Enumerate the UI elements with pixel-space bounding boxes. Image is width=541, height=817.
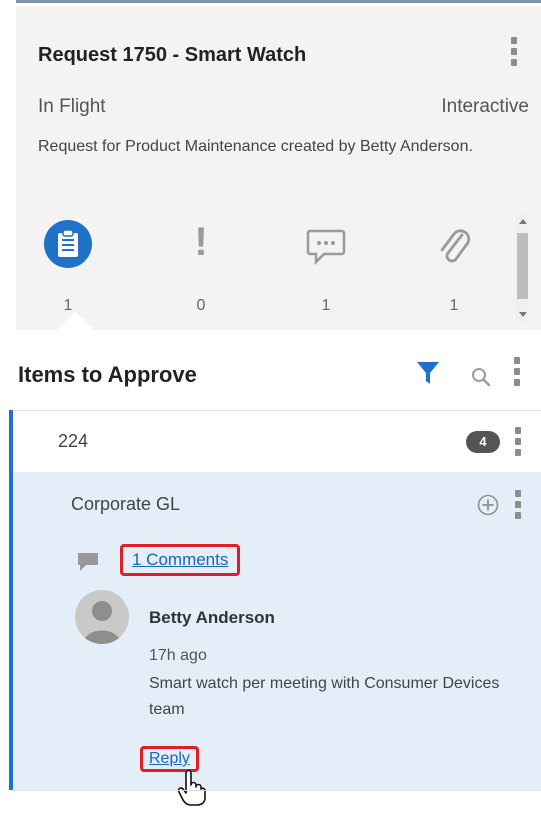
comments-link[interactable]: 1 Comments <box>120 544 241 576</box>
tab-comments[interactable]: 1 <box>296 218 356 318</box>
request-title: Request 1750 - Smart Watch <box>38 44 307 66</box>
avatar <box>75 590 129 644</box>
request-more-icon[interactable] <box>510 37 518 66</box>
tab-details[interactable]: 1 <box>38 218 98 318</box>
exclamation-icon: ! <box>194 220 208 264</box>
comment-icon <box>296 228 356 271</box>
item-name: Corporate GL <box>71 494 181 514</box>
item-count-badge: 4 <box>466 431 500 453</box>
group-more-icon[interactable] <box>514 427 522 456</box>
tab-details-count: 1 <box>63 297 73 314</box>
tab-attachments-count: 1 <box>449 297 459 314</box>
filter-icon[interactable] <box>416 360 440 391</box>
group-divider <box>13 790 541 791</box>
tab-comments-count: 1 <box>321 297 331 314</box>
top-divider <box>16 0 541 3</box>
search-icon[interactable] <box>471 367 491 392</box>
approval-group: 224 4 Corporate GL 1 Comments Betty Ande… <box>9 410 541 806</box>
comment-text: Smart watch per meeting with Consumer De… <box>149 675 500 718</box>
group-header[interactable]: 224 4 <box>13 410 541 471</box>
tab-issues[interactable]: ! 0 <box>171 218 231 318</box>
comment-author: Betty Anderson <box>149 608 275 627</box>
comment-bubble-icon <box>76 552 100 577</box>
add-circle-icon[interactable] <box>477 494 499 521</box>
tabs-scrollbar-thumb[interactable] <box>517 233 528 299</box>
clipboard-icon <box>44 220 92 268</box>
tab-issues-count: 0 <box>196 297 206 314</box>
comment-timestamp: 17h ago <box>149 647 207 664</box>
scroll-down-icon[interactable] <box>519 312 527 317</box>
approval-item[interactable]: Corporate GL 1 Comments Betty Anderson 1… <box>13 472 541 806</box>
request-mode: Interactive <box>441 96 529 117</box>
item-more-icon[interactable] <box>514 490 522 519</box>
group-id: 224 <box>58 431 89 451</box>
request-status: In Flight <box>38 96 106 117</box>
scroll-up-icon[interactable] <box>519 219 527 224</box>
paperclip-icon <box>424 226 484 271</box>
request-description: Request for Product Maintenance created … <box>38 138 473 155</box>
section-more-icon[interactable] <box>513 357 521 386</box>
section-title: Items to Approve <box>18 362 197 387</box>
tab-attachments[interactable]: 1 <box>424 218 484 318</box>
reply-link[interactable]: Reply <box>140 746 199 772</box>
